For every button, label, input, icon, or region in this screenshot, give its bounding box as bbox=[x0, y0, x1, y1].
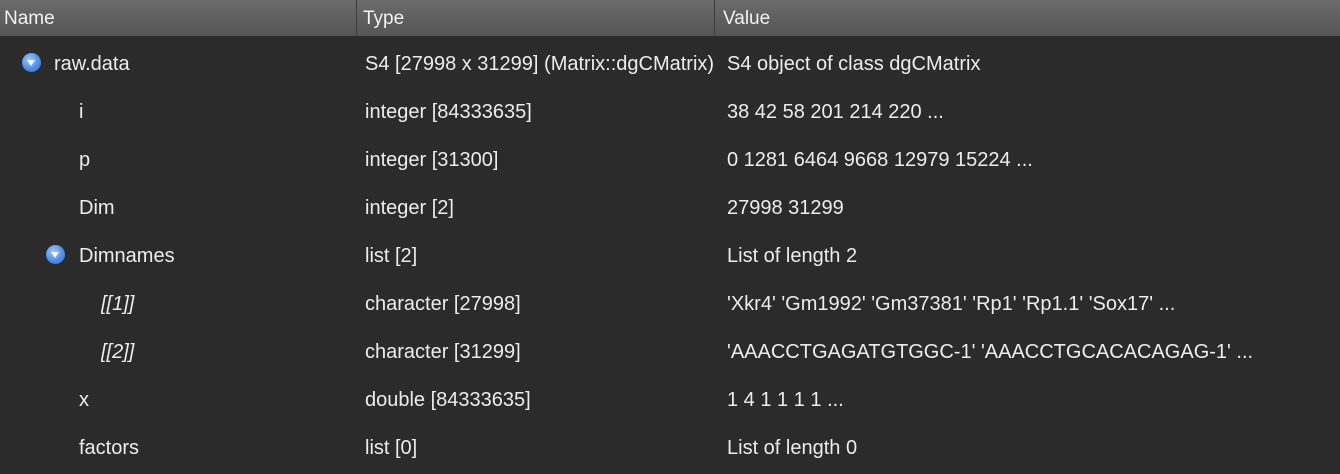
row-value: List of length 0 bbox=[727, 437, 858, 459]
tree-row-dimnames-1[interactable]: [[1]] character [27998] 'Xkr4' 'Gm1992' … bbox=[0, 277, 1340, 325]
row-type: character [31299] bbox=[365, 341, 521, 363]
row-type: double [84333635] bbox=[365, 389, 531, 411]
tree-row-dim[interactable]: Dim integer [2] 27998 31299 bbox=[0, 181, 1340, 229]
row-type: integer [84333635] bbox=[365, 101, 532, 123]
tree-row-x[interactable]: x double [84333635] 1 4 1 1 1 1 ... bbox=[0, 373, 1340, 421]
tree-row-dimnames-2[interactable]: [[2]] character [31299] 'AAACCTGAGATGTGG… bbox=[0, 325, 1340, 373]
row-type: character [27998] bbox=[365, 293, 521, 315]
name-column-header[interactable]: Name bbox=[0, 0, 356, 36]
row-value: 1 4 1 1 1 1 ... bbox=[727, 389, 844, 411]
row-name: raw.data bbox=[54, 53, 130, 75]
row-value: 'Xkr4' 'Gm1992' 'Gm37381' 'Rp1' 'Rp1.1' … bbox=[727, 293, 1176, 315]
row-value: 0 1281 6464 9668 12979 15224 ... bbox=[727, 149, 1033, 171]
value-column-header[interactable]: Value bbox=[714, 0, 1340, 36]
tree-row-p[interactable]: p integer [31300] 0 1281 6464 9668 12979… bbox=[0, 133, 1340, 181]
row-value: 27998 31299 bbox=[727, 197, 844, 219]
row-value: 38 42 58 201 214 220 ... bbox=[727, 101, 944, 123]
row-value: S4 object of class dgCMatrix bbox=[727, 53, 981, 75]
row-type: integer [2] bbox=[365, 197, 454, 219]
column-header: Name Type Value bbox=[0, 0, 1340, 37]
row-value: List of length 2 bbox=[727, 245, 858, 267]
tree-row-raw-data[interactable]: raw.data S4 [27998 x 31299] (Matrix::dgC… bbox=[0, 37, 1340, 85]
tree-row-dimnames[interactable]: Dimnames list [2] List of length 2 bbox=[0, 229, 1340, 277]
row-type: list [2] bbox=[365, 245, 418, 267]
collapse-toggle-icon[interactable] bbox=[22, 53, 41, 72]
row-type: S4 [27998 x 31299] (Matrix::dgCMatrix) bbox=[365, 53, 713, 75]
type-column-header[interactable]: Type bbox=[356, 0, 714, 36]
tree-row-factors[interactable]: factors list [0] List of length 0 bbox=[0, 421, 1340, 469]
tree-row-i[interactable]: i integer [84333635] 38 42 58 201 214 22… bbox=[0, 85, 1340, 133]
row-type: integer [31300] bbox=[365, 149, 499, 171]
row-type: list [0] bbox=[365, 437, 418, 459]
object-explorer: Name Type Value raw.data S4 [27998 x 312… bbox=[0, 0, 1340, 474]
row-value: 'AAACCTGAGATGTGGC-1' 'AAACCTGCACACAGAG-1… bbox=[727, 341, 1254, 363]
collapse-toggle-icon[interactable] bbox=[46, 245, 65, 264]
